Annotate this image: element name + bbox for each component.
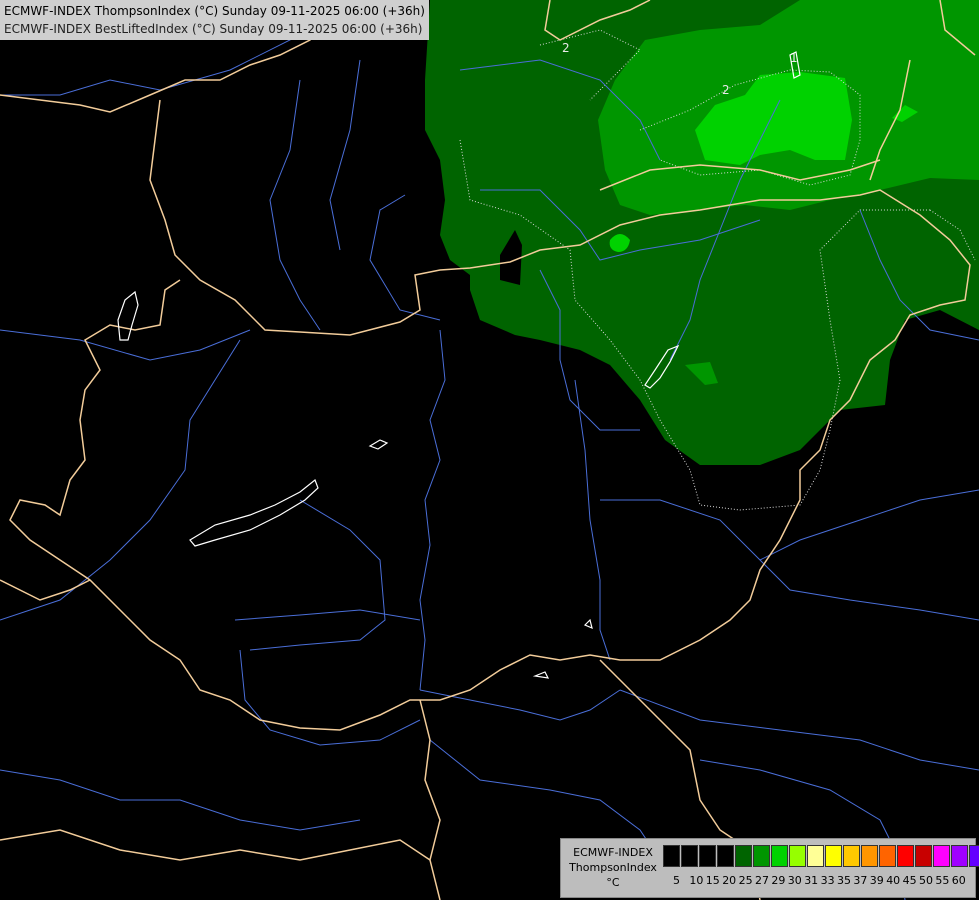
legend-tick: 33	[820, 874, 835, 887]
legend-tick: 25	[738, 874, 753, 887]
legend-tick: 10	[689, 874, 704, 887]
legend-tick: 50	[919, 874, 933, 887]
legend-swatch	[771, 845, 788, 867]
legend-swatch	[951, 845, 968, 867]
legend-tick: 60	[951, 874, 966, 887]
title-best-lifted-index: ECMWF-INDEX BestLiftedIndex (°C) Sunday …	[4, 22, 423, 36]
weather-map: 2 2 1	[0, 0, 979, 900]
legend-swatch	[699, 845, 716, 867]
legend-tick: 27	[755, 874, 769, 887]
legend-tick: 29	[771, 874, 786, 887]
title-thompson-index: ECMWF-INDEX ThompsonIndex (°C) Sunday 09…	[4, 4, 425, 18]
legend-tick: 39	[869, 874, 884, 887]
legend-swatch	[807, 845, 824, 867]
color-legend: ECMWF-INDEX ThompsonIndex °C 5 10 15 20 25 27…	[560, 838, 979, 898]
legend-swatch	[681, 845, 698, 867]
legend-tick: 30	[787, 874, 802, 887]
legend-tick: 31	[804, 874, 819, 887]
legend-swatch	[897, 845, 914, 867]
legend-swatch	[969, 845, 979, 867]
legend-swatch	[663, 845, 680, 867]
legend-swatch	[753, 845, 770, 867]
legend-tick: 35	[837, 874, 851, 887]
legend-swatch	[789, 845, 806, 867]
legend-swatch	[843, 845, 860, 867]
map-title: ECMWF-INDEX ThompsonIndex (°C) Sunday 09…	[0, 0, 429, 40]
legend-tick: 55	[935, 874, 950, 887]
legend-tick: 40	[886, 874, 901, 887]
legend-swatches	[663, 845, 979, 867]
legend-tick: 15	[705, 874, 720, 887]
legend-tick: 20	[722, 874, 737, 887]
legend-source: ECMWF-INDEX	[573, 846, 653, 859]
contour-label: 2	[562, 41, 570, 55]
legend-swatch	[933, 845, 950, 867]
legend-tick: 45	[902, 874, 917, 887]
legend-variable: ThompsonIndex	[569, 861, 657, 874]
legend-swatch	[915, 845, 932, 867]
legend-swatch	[825, 845, 842, 867]
legend-tick: 5	[673, 874, 680, 887]
legend-unit: °C	[606, 876, 620, 889]
legend-label: ECMWF-INDEX ThompsonIndex °C	[565, 845, 661, 890]
legend-swatch	[735, 845, 752, 867]
legend-swatch	[879, 845, 896, 867]
legend-tick: 37	[853, 874, 868, 887]
legend-swatch	[861, 845, 878, 867]
contour-label: 2	[722, 83, 730, 97]
legend-swatch	[717, 845, 734, 867]
